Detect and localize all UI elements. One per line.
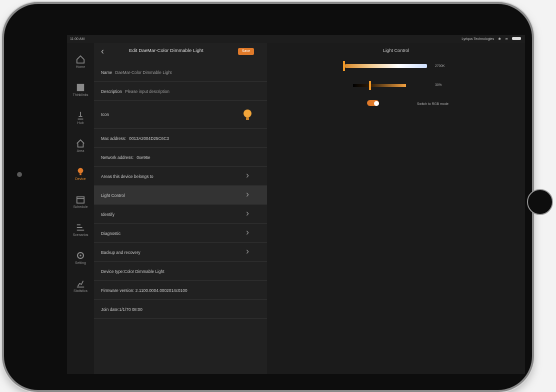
rail-label: Thinklinks bbox=[72, 93, 89, 97]
rgb-mode-toggle[interactable] bbox=[367, 100, 379, 106]
home-icon bbox=[76, 55, 85, 64]
rail-item-schedule[interactable]: Schedule bbox=[67, 195, 94, 209]
toggle-thumb bbox=[373, 100, 379, 106]
front-camera bbox=[17, 172, 22, 177]
hub-icon bbox=[77, 111, 84, 120]
chart-icon bbox=[76, 280, 85, 288]
network-address: Network address: 0xe96e bbox=[101, 155, 151, 160]
back-chevron-icon[interactable]: ‹ bbox=[101, 47, 104, 56]
bluetooth-icon: ✱ bbox=[498, 36, 502, 41]
rail-label: Statistics bbox=[73, 289, 88, 293]
areas-row[interactable]: Areas this device belongs to › bbox=[94, 167, 267, 186]
rail-label: Setting bbox=[75, 261, 86, 265]
battery-icon bbox=[512, 36, 521, 41]
area-icon bbox=[76, 139, 85, 148]
gear-icon bbox=[76, 251, 85, 260]
description-row[interactable]: Description Please input description bbox=[94, 82, 267, 101]
rgb-mode-label: Switch to RGB mode bbox=[417, 102, 449, 106]
name-value[interactable]: DaeMar-Color Dimmable Light bbox=[115, 70, 172, 75]
firmware-version: Firmware version: 2.1100.0004.0002014c01… bbox=[101, 288, 188, 293]
page-title: Edit DaeMar-Color Dimmable Light bbox=[129, 49, 204, 54]
rail-item-device[interactable]: Device bbox=[67, 167, 94, 181]
network-address-row: Network address: 0xe96e bbox=[94, 148, 267, 167]
mac-address: Mac address: 0013A2004D25C6C3 bbox=[101, 136, 169, 141]
rail-item-scenes[interactable]: Scenarios bbox=[67, 223, 94, 237]
calendar-icon bbox=[76, 196, 85, 204]
side-navigation: Home Thinklinks Hub Area Device Schedule bbox=[67, 43, 95, 374]
dimming-slider[interactable] bbox=[353, 81, 406, 90]
chevron-right-icon: › bbox=[246, 208, 249, 218]
slider-handle[interactable] bbox=[343, 61, 345, 71]
name-label: Name DaeMar-Color Dimmable Light bbox=[101, 70, 172, 75]
slider-handle[interactable] bbox=[369, 81, 371, 90]
rail-item-statistics[interactable]: Statistics bbox=[67, 279, 94, 293]
rail-label: Hub bbox=[77, 121, 84, 125]
device-edit-panel: ‹ Edit DaeMar-Color Dimmable Light Save … bbox=[94, 43, 267, 374]
join-date: Join date:1/1/70 08:00 bbox=[101, 307, 143, 312]
rail-label: Scenarios bbox=[72, 233, 89, 237]
chevron-right-icon: › bbox=[246, 227, 249, 237]
icon-label: Icon bbox=[101, 112, 109, 117]
firmware-row: Firmware version: 2.1100.0004.0002014c01… bbox=[94, 281, 267, 300]
tablet-frame: 11:00 AM Lyriqus Technologies ✱ ≋ Home T… bbox=[4, 4, 553, 390]
status-carrier: Lyriqus Technologies bbox=[461, 36, 495, 41]
description-placeholder[interactable]: Please input description bbox=[125, 89, 169, 94]
bulb-icon bbox=[77, 167, 84, 176]
rail-item-area[interactable]: Area bbox=[67, 139, 94, 153]
rail-label: Device bbox=[75, 177, 86, 181]
light-control-row[interactable]: Light Control › bbox=[94, 186, 267, 205]
rail-item-thinklinks[interactable]: Thinklinks bbox=[67, 83, 94, 97]
bulb-icon[interactable] bbox=[242, 109, 253, 121]
rail-label: Home bbox=[75, 65, 86, 69]
dimming-value: 30% bbox=[435, 83, 442, 87]
home-hardware-button[interactable] bbox=[527, 189, 553, 215]
description-label: Description Please input description bbox=[101, 89, 170, 94]
chevron-right-icon: › bbox=[246, 170, 249, 180]
backup-row[interactable]: Backup and recovery › bbox=[94, 243, 267, 262]
status-right: Lyriqus Technologies ✱ ≋ bbox=[462, 37, 521, 41]
light-control-title: Light Control bbox=[382, 48, 410, 53]
rail-item-hub[interactable]: Hub bbox=[67, 111, 94, 125]
diagnostic-row[interactable]: Diagnostic › bbox=[94, 224, 267, 243]
name-row[interactable]: Name DaeMar-Color Dimmable Light bbox=[94, 63, 267, 82]
panel-header: ‹ Edit DaeMar-Color Dimmable Light Save bbox=[94, 43, 267, 61]
chevron-right-icon: › bbox=[246, 189, 249, 199]
icon-row[interactable]: Icon bbox=[94, 101, 267, 129]
status-time: 11:00 AM bbox=[70, 37, 85, 41]
light-control-label: Light Control bbox=[101, 193, 125, 198]
backup-label: Backup and recovery bbox=[101, 250, 141, 255]
device-type: Device type:Color Dimmable Light bbox=[101, 269, 165, 274]
chevron-right-icon: › bbox=[246, 246, 249, 256]
wifi-icon: ≋ bbox=[505, 36, 508, 41]
join-date-row: Join date:1/1/70 08:00 bbox=[94, 300, 267, 319]
scenes-icon bbox=[76, 224, 85, 231]
identify-row[interactable]: Identify › bbox=[94, 205, 267, 224]
color-temperature-value: 2700K bbox=[435, 64, 445, 68]
save-button[interactable]: Save bbox=[238, 48, 254, 55]
areas-label: Areas this device belongs to bbox=[101, 174, 154, 179]
status-bar: 11:00 AM Lyriqus Technologies ✱ ≋ bbox=[67, 35, 525, 43]
device-type-row: Device type:Color Dimmable Light bbox=[94, 262, 267, 281]
rail-item-setting[interactable]: Setting bbox=[67, 251, 94, 265]
grid-icon bbox=[76, 83, 85, 92]
identify-label: Identify bbox=[101, 212, 115, 217]
color-temperature-slider[interactable] bbox=[343, 61, 427, 71]
app-screen: 11:00 AM Lyriqus Technologies ✱ ≋ Home T… bbox=[67, 35, 525, 374]
rail-label: Area bbox=[76, 149, 85, 153]
light-control-pane: Light Control 2700K 30% Switch to RGB mo… bbox=[267, 43, 525, 374]
diagnostic-label: Diagnostic bbox=[101, 231, 121, 236]
rail-item-home[interactable]: Home bbox=[67, 55, 94, 69]
mac-address-row: Mac address: 0013A2004D25C6C3 bbox=[94, 129, 267, 148]
rail-label: Schedule bbox=[73, 205, 88, 209]
